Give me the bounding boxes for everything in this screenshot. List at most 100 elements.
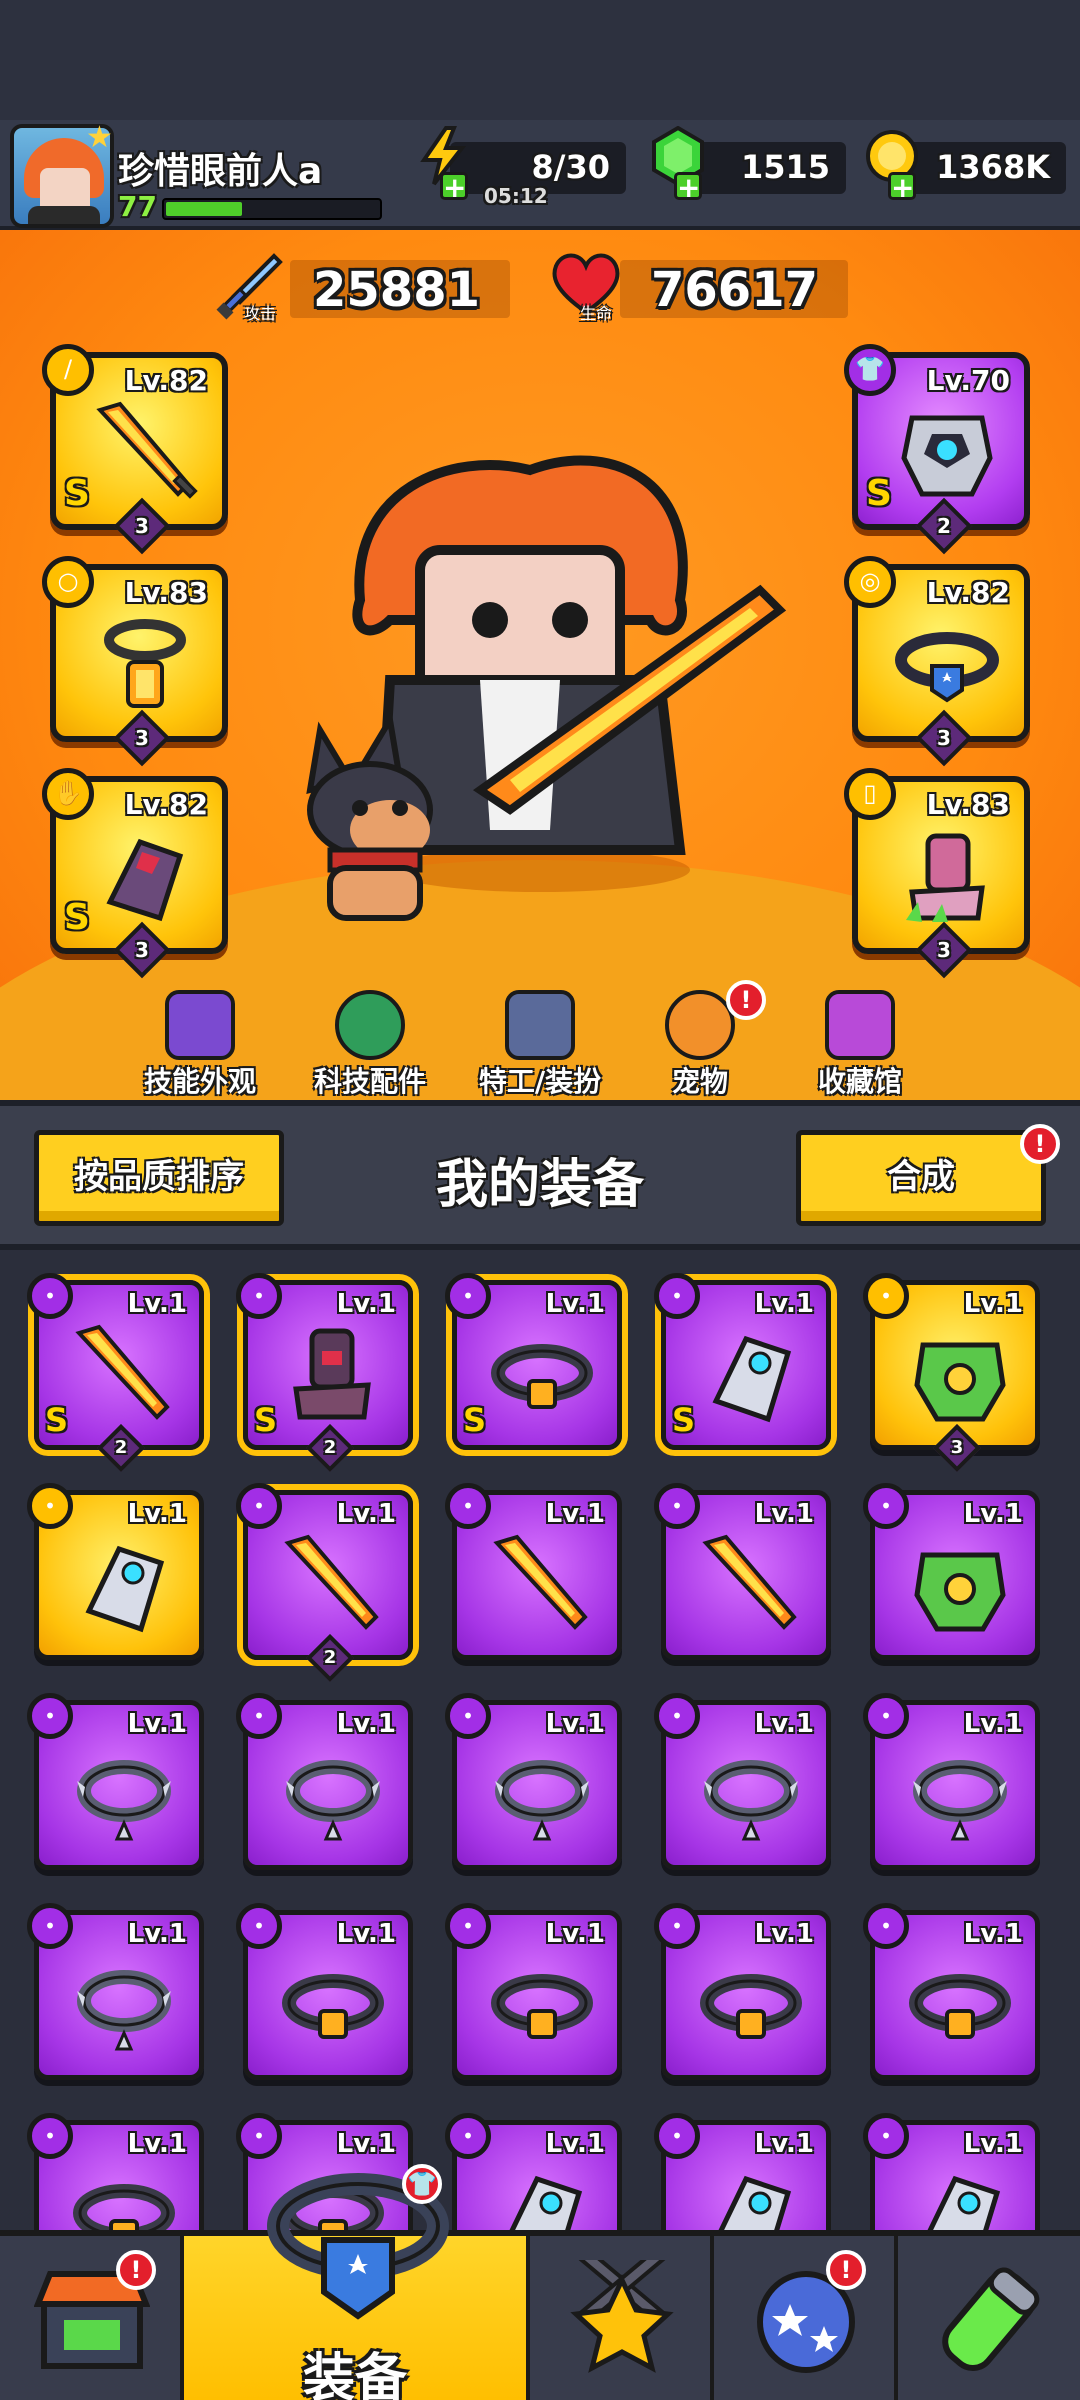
equipped-armor-slot[interactable]: 👕 Lv.70 S 2 bbox=[844, 344, 1030, 555]
item-stars: 3 bbox=[932, 1423, 982, 1473]
belt-icon bbox=[491, 1974, 593, 2039]
tab-battle[interactable] bbox=[530, 2236, 714, 2400]
tab-events[interactable]: ! bbox=[714, 2236, 898, 2400]
inventory-item[interactable]: • Lv.1 S 2 bbox=[236, 1273, 413, 1473]
inventory-item[interactable]: • Lv.1 bbox=[445, 1903, 622, 2080]
item-level: Lv.1 bbox=[545, 1499, 605, 1529]
equipped-weapon-slot[interactable]: / Lv.82 S 3 bbox=[42, 344, 228, 555]
shop-alert-badge: ! bbox=[116, 2250, 156, 2290]
armor-icon bbox=[914, 1342, 1006, 1422]
inventory-item[interactable]: • Lv.1 bbox=[863, 2113, 1040, 2230]
necklace-icon bbox=[495, 1760, 589, 1841]
inventory-item[interactable]: • Lv.1 bbox=[654, 1483, 831, 1660]
inventory-item[interactable]: • Lv.1 bbox=[863, 1483, 1040, 1660]
item-level: Lv.1 bbox=[963, 1499, 1023, 1529]
item-grade: S bbox=[672, 1401, 696, 1439]
boots-category-icon: ▯ bbox=[844, 768, 896, 820]
item-category-icon: • bbox=[236, 2113, 282, 2159]
inventory-item[interactable]: • Lv.1 bbox=[27, 1903, 204, 2080]
equipped-boots-slot[interactable]: ▯ Lv.83 3 bbox=[844, 768, 1030, 979]
inventory-item[interactable]: • Lv.1 bbox=[27, 2113, 204, 2230]
pet-icon bbox=[665, 990, 735, 1060]
item-category-icon: • bbox=[863, 2113, 909, 2159]
inventory-item[interactable]: • Lv.1 bbox=[654, 2113, 831, 2230]
inventory-item[interactable]: • Lv.1 bbox=[236, 1903, 413, 2080]
vip-star-icon: ★ bbox=[86, 120, 113, 155]
equipped-necklace-slot[interactable]: ○ Lv.83 3 bbox=[42, 556, 228, 767]
item-category-icon: • bbox=[863, 1903, 909, 1949]
xp-fill bbox=[166, 202, 242, 216]
inventory-item[interactable]: • Lv.1 bbox=[863, 1903, 1040, 2080]
armor-category-icon: 👕 bbox=[844, 344, 896, 396]
item-stars: 2 bbox=[305, 1633, 355, 1683]
mech-armor-icon bbox=[901, 415, 993, 497]
equipment-tab-armor-badge: 👕 bbox=[402, 2164, 442, 2204]
inventory-item[interactable]: • Lv.1 3 bbox=[863, 1273, 1040, 1473]
item-category-icon: • bbox=[445, 1273, 491, 1319]
inventory-item[interactable]: • Lv.1 bbox=[236, 1693, 413, 1870]
tab-equipment-label: 装备 bbox=[302, 2349, 407, 2400]
inventory-item[interactable]: • Lv.1 bbox=[863, 1693, 1040, 1870]
inventory-item[interactable]: • Lv.1 bbox=[445, 2113, 622, 2230]
claw-boots-icon bbox=[906, 833, 985, 922]
energy-timer: 05:12 bbox=[484, 184, 548, 208]
mech-glove-icon bbox=[106, 838, 184, 922]
inventory-item[interactable]: • Lv.1 S bbox=[445, 1273, 622, 1450]
glove-icon bbox=[509, 2175, 583, 2230]
item-category-icon: • bbox=[654, 1483, 700, 1529]
tab-lab[interactable] bbox=[898, 2236, 1080, 2400]
inventory-item[interactable]: • Lv.1 bbox=[654, 1903, 831, 2080]
weapon-icon bbox=[75, 1324, 170, 1420]
pet-button[interactable]: ! 宠物 bbox=[630, 980, 770, 1100]
item-level: Lv.1 bbox=[545, 1289, 605, 1319]
agent-outfit-button[interactable]: 特工/装扮 bbox=[470, 990, 610, 1100]
item-level: Lv.1 bbox=[127, 1709, 187, 1739]
equipped-glove-slot[interactable]: ✋ Lv.82 S 3 bbox=[42, 768, 228, 979]
item-grade: S bbox=[463, 1401, 487, 1439]
pet-dog[interactable] bbox=[280, 710, 480, 930]
inventory-item[interactable]: • Lv.1 2 bbox=[236, 1483, 413, 1683]
bottom-nav: ! 👕 装备 ! bbox=[0, 2164, 1080, 2400]
glove-category-icon: ✋ bbox=[42, 768, 94, 820]
necklace-icon bbox=[77, 1970, 171, 2051]
item-level: Lv.1 bbox=[963, 2129, 1023, 2159]
inventory-item[interactable]: • Lv.1 bbox=[27, 1483, 204, 1660]
inventory-item[interactable]: • Lv.1 S bbox=[654, 1273, 831, 1450]
item-category-icon: • bbox=[654, 2113, 700, 2159]
weapon-icon bbox=[493, 1534, 588, 1630]
necklace-icon bbox=[286, 1760, 380, 1841]
skill-skin-icon bbox=[165, 990, 235, 1060]
item-level: Lv.1 bbox=[754, 1499, 814, 1529]
merge-alert-badge: ! bbox=[1020, 1124, 1060, 1164]
inventory-item[interactable]: • Lv.1 bbox=[27, 1693, 204, 1870]
gem-plus-button[interactable]: + bbox=[674, 172, 702, 202]
gold-plus-button[interactable]: + bbox=[888, 172, 916, 202]
item-stars: 2 bbox=[305, 1423, 355, 1473]
inventory-item[interactable]: • Lv.1 S 2 bbox=[27, 1273, 204, 1473]
agent-outfit-label: 特工/装扮 bbox=[478, 1065, 602, 1098]
belt-icon bbox=[282, 1974, 384, 2039]
inventory-item[interactable]: • Lv.1 bbox=[445, 1483, 622, 1660]
necklace-category-icon: ○ bbox=[42, 556, 94, 608]
inventory-item[interactable]: • Lv.1 bbox=[654, 1693, 831, 1870]
inventory-item[interactable]: • Lv.1 bbox=[445, 1693, 622, 1870]
merge-button[interactable]: 合成 bbox=[796, 1130, 1046, 1226]
item-level: Lv.1 bbox=[545, 1709, 605, 1739]
collection-button[interactable]: 收藏馆 bbox=[790, 990, 930, 1100]
hp-label: 生命 bbox=[580, 304, 613, 323]
attack-stat: 25881 bbox=[290, 260, 510, 318]
item-category-icon: • bbox=[236, 1273, 282, 1319]
item-level: Lv.1 bbox=[963, 1289, 1023, 1319]
sort-by-quality-button[interactable]: 按品质排序 bbox=[34, 1130, 284, 1226]
skill-skin-button[interactable]: 技能外观 bbox=[130, 990, 270, 1100]
attack-value: 25881 bbox=[313, 262, 480, 318]
tech-parts-button[interactable]: 科技配件 bbox=[300, 990, 440, 1100]
lantern-necklace-icon bbox=[104, 619, 186, 708]
tab-shop[interactable]: ! bbox=[0, 2236, 184, 2400]
equipped-belt-slot[interactable]: ◎ Lv.82 3 bbox=[844, 556, 1030, 767]
belt-icon bbox=[73, 2184, 175, 2230]
tech-parts-icon bbox=[335, 990, 405, 1060]
item-level: Lv.1 bbox=[127, 1499, 187, 1529]
tab-equipment[interactable]: 👕 装备 bbox=[184, 2164, 530, 2400]
energy-plus-button[interactable]: + bbox=[440, 172, 468, 202]
